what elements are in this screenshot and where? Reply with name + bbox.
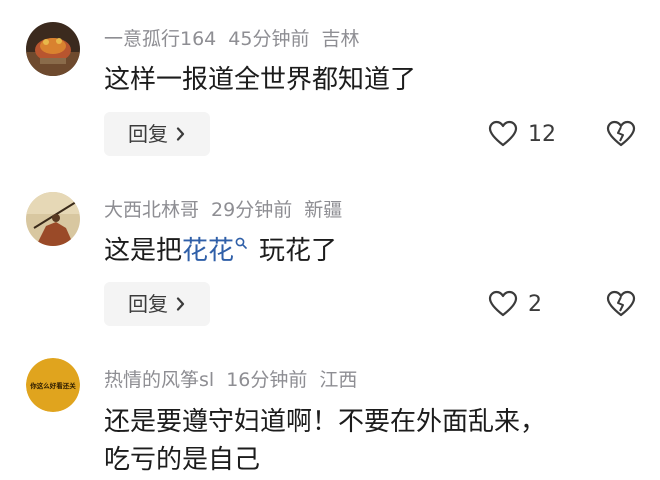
reply-label: 回复 (128, 122, 168, 146)
comment-text-part: 玩花了 (259, 236, 338, 266)
like-count: 2 (528, 291, 542, 317)
comment-item: 一意孤行164 45分钟前 吉林 这样一报道全世界都知道了 回复 12 (0, 0, 660, 170)
search-icon (235, 237, 247, 249)
broken-heart-icon (606, 290, 636, 317)
comment-item: 大西北林哥 29分钟前 新疆 这是把花花 玩花了 回复 2 (0, 170, 660, 350)
comment-meta: 一意孤行164 45分钟前 吉林 (104, 26, 371, 52)
username[interactable]: 一意孤行164 (104, 28, 216, 50)
timestamp: 29分钟前 (211, 199, 293, 221)
avatar-text: 你这么好看还关 (29, 381, 76, 390)
like-button[interactable]: 12 (488, 112, 556, 156)
username[interactable]: 热情的风筝sl (104, 369, 214, 391)
location: 吉林 (321, 28, 360, 50)
like-button[interactable]: 2 (488, 282, 542, 326)
chevron-right-icon (176, 297, 185, 311)
avatar[interactable] (26, 22, 80, 76)
dislike-button[interactable] (606, 112, 638, 156)
reply-button[interactable]: 回复 (104, 282, 210, 326)
comment-text-part: 这是把 (104, 236, 183, 266)
comment-text: 这样一报道全世界都知道了 (104, 65, 417, 95)
reply-button[interactable]: 回复 (104, 112, 210, 156)
location: 新疆 (304, 199, 343, 221)
username[interactable]: 大西北林哥 (104, 199, 199, 221)
comment-text-line: 吃亏的是自己 (104, 445, 261, 475)
comment-item: 你这么好看还关 热情的风筝sl 16分钟前 江西 还是要遵守妇道啊！不要在外面乱来，… (0, 350, 660, 475)
like-count: 12 (528, 121, 556, 147)
comment-text: 这是把花花 玩花了 (104, 231, 337, 271)
dislike-button[interactable] (606, 282, 638, 326)
timestamp: 45分钟前 (228, 28, 310, 50)
chevron-right-icon (176, 127, 185, 141)
topic-link[interactable]: 花花 (182, 236, 234, 266)
comment-meta: 大西北林哥 29分钟前 新疆 (104, 197, 354, 223)
timestamp: 16分钟前 (226, 369, 308, 391)
avatar[interactable]: 你这么好看还关 (26, 358, 80, 412)
comment-text-line: 还是要遵守妇道啊！不要在外面乱来， (104, 407, 547, 437)
location: 江西 (319, 369, 358, 391)
reply-label: 回复 (128, 292, 168, 316)
broken-heart-icon (606, 120, 636, 147)
comment-meta: 热情的风筝sl 16分钟前 江西 (104, 367, 369, 393)
heart-outline-icon (488, 120, 518, 147)
avatar[interactable] (26, 192, 80, 246)
heart-outline-icon (488, 290, 518, 317)
